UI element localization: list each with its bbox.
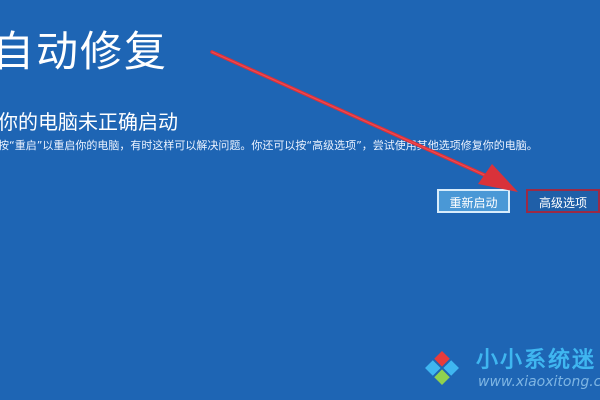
page-description: 按“重启”以重启你的电脑，有时这样可以解决问题。你还可以按“高级选项”，尝试使用… [0, 139, 538, 152]
automatic-repair-screen: 自动修复 你的电脑未正确启动 按“重启”以重启你的电脑，有时这样可以解决问题。你… [0, 0, 600, 400]
site-watermark: 小小系统迷 www.xiaoxitong.com [418, 340, 600, 400]
page-title: 自动修复 [0, 27, 169, 76]
watermark-site-name: 小小系统迷 [476, 348, 597, 373]
windows-tiles-logo-icon [425, 351, 459, 385]
page-subtitle: 你的电脑未正确启动 [0, 110, 178, 134]
watermark-site-url: www.xiaoxitong.com [478, 374, 600, 390]
advanced-options-button[interactable]: 高级选项 [526, 189, 600, 213]
restart-button[interactable]: 重新启动 [437, 189, 510, 213]
